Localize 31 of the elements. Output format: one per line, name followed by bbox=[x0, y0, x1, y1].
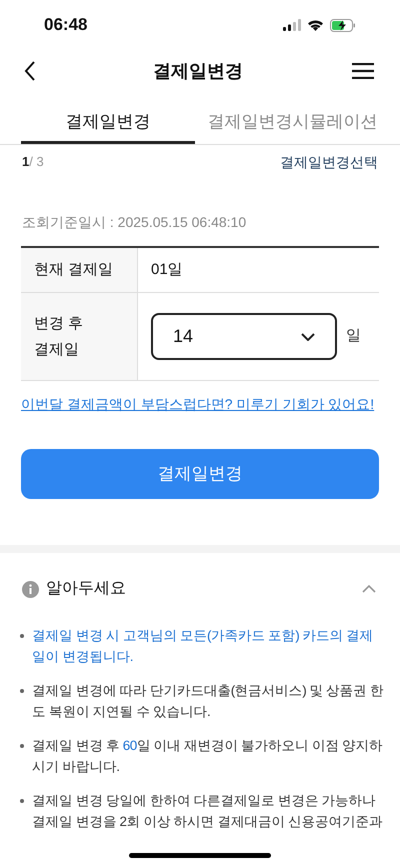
signal-icon bbox=[283, 19, 301, 31]
day-select[interactable]: 14 bbox=[151, 313, 337, 360]
defer-link[interactable]: 이번달 결제금액이 부담스럽다면? 미루기 기회가 있어요! bbox=[21, 396, 374, 412]
notice-item: 결제일 변경 후 60일 이내 재변경이 불가하오니 이점 양지하시기 바랍니다. bbox=[32, 737, 384, 776]
table-cell-text: 01일 bbox=[151, 260, 183, 280]
back-icon bbox=[24, 61, 36, 81]
notice-title: 알아두세요 bbox=[46, 579, 126, 599]
page-title: 결제일변경 bbox=[153, 60, 243, 82]
wifi-icon bbox=[307, 19, 324, 31]
row-header: 현재 결제일 bbox=[21, 248, 138, 292]
change-select-link[interactable]: 결제일변경선택 bbox=[280, 152, 378, 172]
status-time: 06:48 bbox=[44, 14, 88, 36]
battery-icon bbox=[330, 18, 356, 32]
day-suffix: 일 bbox=[346, 326, 361, 346]
tab[interactable]: 결제일변경 bbox=[21, 102, 195, 144]
menu-icon bbox=[352, 63, 374, 79]
query-time: 조회기준일시 : 2025.05.15 06:48:10 bbox=[22, 214, 246, 230]
row-header: 변경 후 결제일 bbox=[21, 293, 138, 380]
info-icon bbox=[22, 580, 39, 598]
notice-item: 결제일 변경 당일에 한하여 다른결제일로 변경은 가능하나 결제일 변경을 2회 이상 하시면 결제대금이 신용공여기준과 bbox=[32, 792, 384, 831]
chevron-up-icon bbox=[362, 585, 376, 593]
notice-item: 결제일 변경 시 고객님의 모든(가족카드 포함) 카드의 결제일이 변경됩니다. bbox=[32, 627, 374, 666]
bullet-icon bbox=[20, 799, 24, 803]
step-indicator: 1/ 3 bbox=[22, 153, 44, 172]
bullet-icon bbox=[20, 744, 24, 748]
submit-button[interactable]: 결제일변경 bbox=[21, 449, 379, 499]
chevron-down-icon bbox=[301, 332, 315, 340]
bullet-icon bbox=[20, 689, 24, 693]
bullet-icon bbox=[20, 634, 24, 638]
notice-item: 결제일 변경에 따라 단기카드대출(현금서비스) 및 상품권 한도 복원이 지연될 수 있습니다. bbox=[32, 682, 384, 721]
tab[interactable]: 결제일변경시뮬레이션 bbox=[195, 102, 400, 144]
